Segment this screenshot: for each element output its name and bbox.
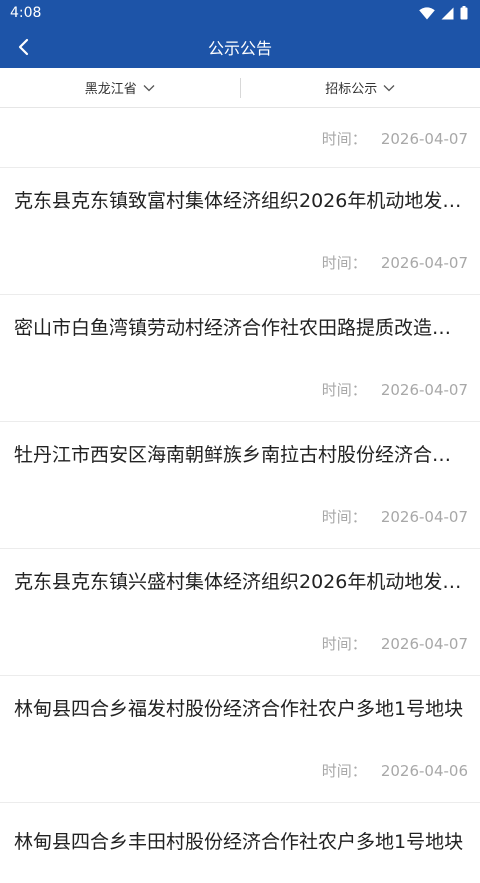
- list-item[interactable]: 时间： 2026-04-07: [0, 108, 480, 168]
- status-time: 4:08: [10, 5, 41, 21]
- item-title: 林甸县四合乡丰田村股份经济合作社农户多地1号地块: [0, 827, 480, 854]
- province-filter-label: 黑龙江省: [85, 78, 137, 97]
- item-date: 2026-04-07: [381, 508, 468, 526]
- app-bar: 公示公告: [0, 26, 480, 68]
- item-date: 2026-04-07: [381, 635, 468, 653]
- list-item[interactable]: 牡丹江市西安区海南朝鲜族乡南拉古村股份经济合作社 时间： 2026-04-07: [0, 422, 480, 549]
- chevron-left-icon: [17, 38, 31, 56]
- filter-bar: 黑龙江省 招标公示: [0, 68, 480, 108]
- province-filter[interactable]: 黑龙江省: [0, 68, 240, 107]
- list-item[interactable]: 克东县克东镇致富村集体经济组织2026年机动地发包公示 时间： 2026-04-0…: [0, 168, 480, 295]
- item-time: 时间： 2026-04-07: [0, 633, 480, 654]
- item-title: 林甸县四合乡福发村股份经济合作社农户多地1号地块: [0, 696, 480, 722]
- list-item[interactable]: 密山市白鱼湾镇劳动村经济合作社农田路提质改造工程 时间： 2026-04-07: [0, 295, 480, 422]
- list-item[interactable]: 林甸县四合乡丰田村股份经济合作社农户多地1号地块: [0, 803, 480, 883]
- list-item[interactable]: 林甸县四合乡福发村股份经济合作社农户多地1号地块 时间： 2026-04-06: [0, 676, 480, 803]
- item-time: 时间： 2026-04-07: [0, 128, 480, 149]
- item-time: 时间： 2026-04-07: [0, 379, 480, 400]
- category-filter-label: 招标公示: [325, 78, 377, 97]
- item-time: 时间： 2026-04-07: [0, 252, 480, 273]
- time-label: 时间：: [322, 254, 367, 272]
- item-date: 2026-04-06: [381, 762, 468, 780]
- page-title: 公示公告: [208, 35, 272, 59]
- time-label: 时间：: [322, 130, 367, 148]
- status-icons: [419, 6, 468, 20]
- item-date: 2026-04-07: [381, 381, 468, 399]
- status-bar: 4:08: [0, 0, 480, 26]
- chevron-down-icon: [143, 84, 155, 92]
- chevron-down-icon: [383, 84, 395, 92]
- time-label: 时间：: [322, 508, 367, 526]
- announcement-list: 时间： 2026-04-07 克东县克东镇致富村集体经济组织2026年机动地发包公…: [0, 108, 480, 883]
- time-label: 时间：: [322, 762, 367, 780]
- item-title: 克东县克东镇兴盛村集体经济组织2026年机动地发包公示: [0, 569, 480, 595]
- time-label: 时间：: [322, 381, 367, 399]
- time-label: 时间：: [322, 635, 367, 653]
- signal-icon: [441, 7, 454, 20]
- battery-icon: [460, 6, 468, 20]
- item-title: 牡丹江市西安区海南朝鲜族乡南拉古村股份经济合作社: [0, 442, 480, 468]
- wifi-icon: [419, 7, 435, 20]
- list-item[interactable]: 克东县克东镇兴盛村集体经济组织2026年机动地发包公示 时间： 2026-04-0…: [0, 549, 480, 676]
- category-filter[interactable]: 招标公示: [241, 68, 480, 107]
- back-button[interactable]: [8, 31, 40, 63]
- item-time: 时间： 2026-04-06: [0, 760, 480, 781]
- item-date: 2026-04-07: [381, 130, 468, 148]
- item-date: 2026-04-07: [381, 254, 468, 272]
- item-time: 时间： 2026-04-07: [0, 506, 480, 527]
- item-title: 密山市白鱼湾镇劳动村经济合作社农田路提质改造工程: [0, 315, 480, 341]
- item-title: 克东县克东镇致富村集体经济组织2026年机动地发包公示: [0, 188, 480, 214]
